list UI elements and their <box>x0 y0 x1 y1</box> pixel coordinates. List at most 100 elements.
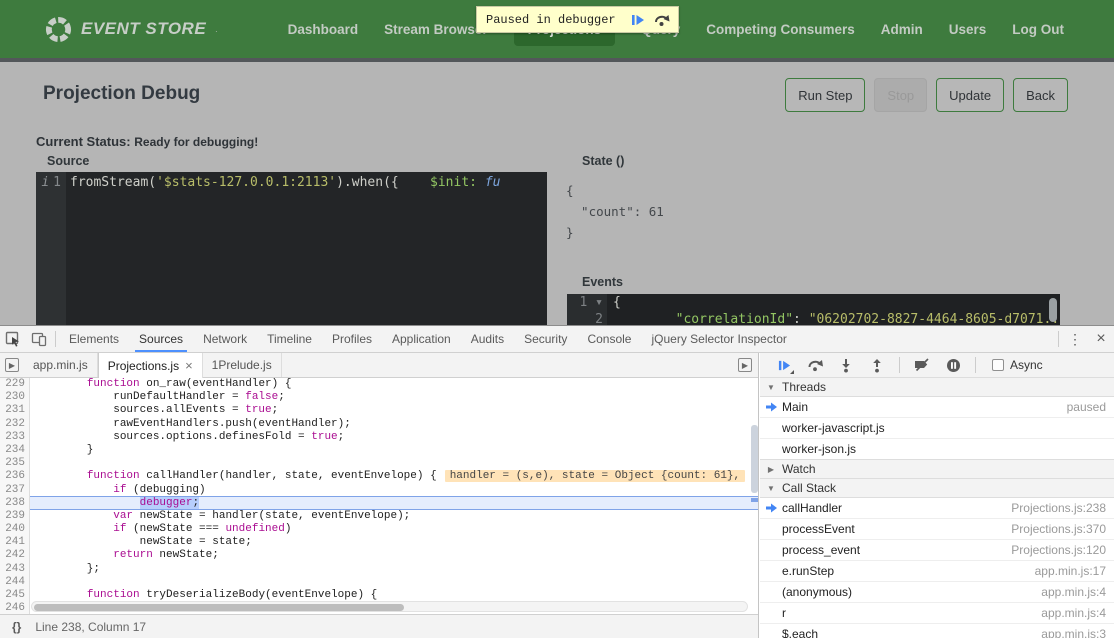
source-editor-gutter[interactable]: i 1 <box>36 172 66 325</box>
stack-frame-e-runstep[interactable]: e.runStepapp.min.js:17 <box>760 561 1114 582</box>
resume-button-icon[interactable] <box>772 354 796 376</box>
stack-frame-anonymous[interactable]: (anonymous)app.min.js:4 <box>760 582 1114 603</box>
tab-audits[interactable]: Audits <box>461 326 514 352</box>
step-over-button-icon[interactable] <box>803 354 827 376</box>
step-over-icon[interactable] <box>650 9 674 30</box>
line-number-239[interactable]: 239 <box>0 510 30 523</box>
line-number-236[interactable]: 236 <box>0 470 30 483</box>
line-number-229[interactable]: 229 <box>0 378 30 391</box>
stack-frame-callhandler[interactable]: callHandlerProjections.js:238 <box>760 498 1114 519</box>
vertical-scrollbar-thumb[interactable] <box>751 425 758 493</box>
horizontal-scrollbar[interactable] <box>31 601 748 612</box>
source-code-line[interactable]: fromStream('$stats-127.0.0.1:2113').when… <box>70 175 547 190</box>
line-number-245[interactable]: 245 <box>0 589 30 602</box>
code-editor[interactable]: 229 function on_raw(eventHandler) {230 r… <box>0 378 758 614</box>
code-line-text[interactable]: rawEventHandlers.push(eventHandler); <box>30 418 758 431</box>
line-number-244[interactable]: 244 <box>0 576 30 589</box>
stack-frame-processevent[interactable]: processEventProjections.js:370 <box>760 519 1114 540</box>
code-line-text[interactable]: debugger; <box>30 496 758 510</box>
nav-item-log-out[interactable]: Log Out <box>1012 22 1064 37</box>
file-tab-1prelude-js[interactable]: 1Prelude.js <box>203 353 282 377</box>
code-token: false <box>245 391 278 403</box>
tab-timeline[interactable]: Timeline <box>257 326 322 352</box>
tab-console[interactable]: Console <box>577 326 641 352</box>
show-navigator-icon[interactable]: ▶ <box>0 353 24 377</box>
back-button[interactable]: Back <box>1013 78 1068 112</box>
code-line-text[interactable]: var newState = handler(state, eventEnvel… <box>30 510 758 523</box>
line-number-234[interactable]: 234 <box>0 444 30 457</box>
nav-item-competing-consumers[interactable]: Competing Consumers <box>706 22 855 37</box>
code-token: (debugging) <box>126 484 205 496</box>
line-number-237[interactable]: 237 <box>0 484 30 497</box>
code-line-text[interactable]: }; <box>30 563 758 576</box>
show-editor-pane-icon[interactable]: ▶ <box>738 353 758 377</box>
watch-section-header[interactable]: ▶ Watch <box>760 459 1114 479</box>
line-number-232[interactable]: 232 <box>0 418 30 431</box>
code-line-text[interactable]: runDefaultHandler = false; <box>30 391 758 404</box>
nav-item-admin[interactable]: Admin <box>881 22 923 37</box>
code-line-text[interactable]: sources.allEvents = true; <box>30 404 758 417</box>
events-scrollbar-thumb[interactable] <box>1049 298 1057 322</box>
update-button[interactable]: Update <box>936 78 1004 112</box>
line-number-243[interactable]: 243 <box>0 563 30 576</box>
line-number-246[interactable]: 246 <box>0 602 30 614</box>
code-line-text[interactable]: return newState; <box>30 549 758 562</box>
line-number-235[interactable]: 235 <box>0 457 30 470</box>
line-number-240[interactable]: 240 <box>0 523 30 536</box>
thread-row-worker-javascript-js[interactable]: worker-javascript.js <box>760 418 1114 439</box>
devtools-close-icon[interactable]: × <box>1088 326 1114 352</box>
events-line-number[interactable]: 2 <box>567 311 607 325</box>
line-number-238[interactable]: 238 <box>0 497 30 510</box>
horizontal-scrollbar-thumb[interactable] <box>34 604 404 611</box>
pause-on-exceptions-icon[interactable] <box>941 354 965 376</box>
tab-elements[interactable]: Elements <box>59 326 129 352</box>
events-line-number[interactable]: 1 ▾ <box>567 294 607 311</box>
code-line-text[interactable]: } <box>30 444 758 457</box>
thread-row-worker-json-js[interactable]: worker-json.js <box>760 439 1114 460</box>
nav-item-stream-browser[interactable]: Stream Browser <box>384 22 488 37</box>
tab-application[interactable]: Application <box>382 326 461 352</box>
step-out-button-icon[interactable] <box>865 354 889 376</box>
thread-row-main[interactable]: Mainpaused <box>760 397 1114 418</box>
code-line-text[interactable]: function on_raw(eventHandler) { <box>30 378 758 391</box>
tab-security[interactable]: Security <box>514 326 577 352</box>
file-tab-projections-js[interactable]: Projections.js× <box>98 353 203 378</box>
inspect-element-icon[interactable] <box>0 326 26 352</box>
line-number-231[interactable]: 231 <box>0 404 30 417</box>
line-number-241[interactable]: 241 <box>0 536 30 549</box>
nav-item-dashboard[interactable]: Dashboard <box>288 22 359 37</box>
events-editor[interactable]: 1 ▾{2 "correlationId": "06202702-8827-44… <box>567 294 1060 325</box>
threads-section-header[interactable]: ▼ Threads <box>760 377 1114 397</box>
callstack-section-header[interactable]: ▼ Call Stack <box>760 478 1114 498</box>
code-line-text[interactable]: function callHandler(handler, state, eve… <box>30 470 758 483</box>
devtools-menu-icon[interactable]: ⋮ <box>1062 326 1088 352</box>
async-checkbox[interactable] <box>992 359 1004 371</box>
device-toolbar-icon[interactable] <box>26 326 52 352</box>
line-number-230[interactable]: 230 <box>0 391 30 404</box>
stack-frame-process-event[interactable]: process_eventProjections.js:120 <box>760 540 1114 561</box>
pretty-print-icon[interactable]: {} <box>12 620 21 634</box>
code-line-text[interactable] <box>30 457 758 470</box>
stack-frame-each[interactable]: $.eachapp.min.js:3 <box>760 624 1114 638</box>
tab-sources[interactable]: Sources <box>129 326 193 352</box>
tab-network[interactable]: Network <box>193 326 257 352</box>
tab-profiles[interactable]: Profiles <box>322 326 382 352</box>
resume-script-icon[interactable] <box>626 9 650 30</box>
source-editor[interactable]: i 1 fromStream('$stats-127.0.0.1:2113').… <box>36 172 547 325</box>
file-tab-close-icon[interactable]: × <box>185 358 193 373</box>
callstack-title: Call Stack <box>782 481 836 495</box>
code-line-text[interactable] <box>30 576 758 589</box>
deactivate-breakpoints-icon[interactable] <box>910 354 934 376</box>
code-line-text[interactable]: newState = state; <box>30 536 758 549</box>
nav-item-users[interactable]: Users <box>949 22 987 37</box>
line-number-242[interactable]: 242 <box>0 549 30 562</box>
run-step-button[interactable]: Run Step <box>785 78 865 112</box>
eventstore-logo[interactable]: EVENT STORE . <box>45 16 218 43</box>
stack-frame-r[interactable]: rapp.min.js:4 <box>760 603 1114 624</box>
tab-jquery-selector-inspector[interactable]: jQuery Selector Inspector <box>641 326 796 352</box>
code-line-text[interactable]: sources.options.definesFold = true; <box>30 431 758 444</box>
code-line-text[interactable]: if (newState === undefined) <box>30 523 758 536</box>
file-tab-app-min-js[interactable]: app.min.js <box>24 353 98 377</box>
step-into-button-icon[interactable] <box>834 354 858 376</box>
line-number-233[interactable]: 233 <box>0 431 30 444</box>
